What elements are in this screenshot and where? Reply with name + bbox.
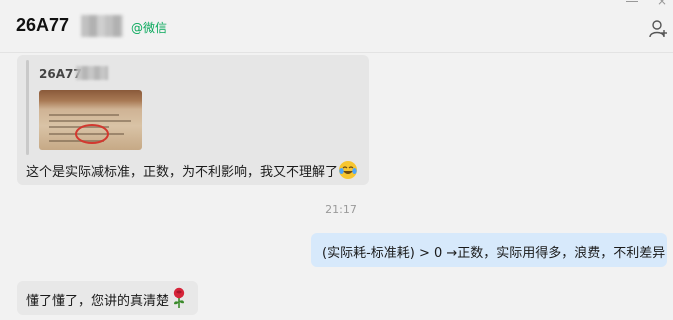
redacted-author: [76, 66, 108, 80]
contact-name[interactable]: 26A77: [16, 15, 69, 36]
outgoing-message-text: (实际耗-标准耗) > 0 →正数，实际用得多，浪费，不利差异: [322, 246, 666, 261]
message-timestamp: 21:17: [325, 203, 357, 216]
laughing-crying-emoji: [339, 161, 357, 179]
wechat-source-tag: @微信: [131, 21, 168, 35]
photo-thumbnail[interactable]: [39, 90, 142, 150]
quote-bar: [26, 60, 29, 155]
redacted-name: [81, 15, 123, 37]
incoming-message-text: 懂了懂了，您讲的真清楚: [26, 294, 170, 309]
rose-emoji: [173, 287, 185, 308]
quoted-message-text: 这个是实际减标准，正数，为不利影响，我又不理解了: [26, 165, 339, 180]
minimize-button[interactable]: [626, 0, 638, 2]
close-button[interactable]: ×: [657, 0, 669, 7]
add-member-icon[interactable]: [649, 19, 669, 39]
